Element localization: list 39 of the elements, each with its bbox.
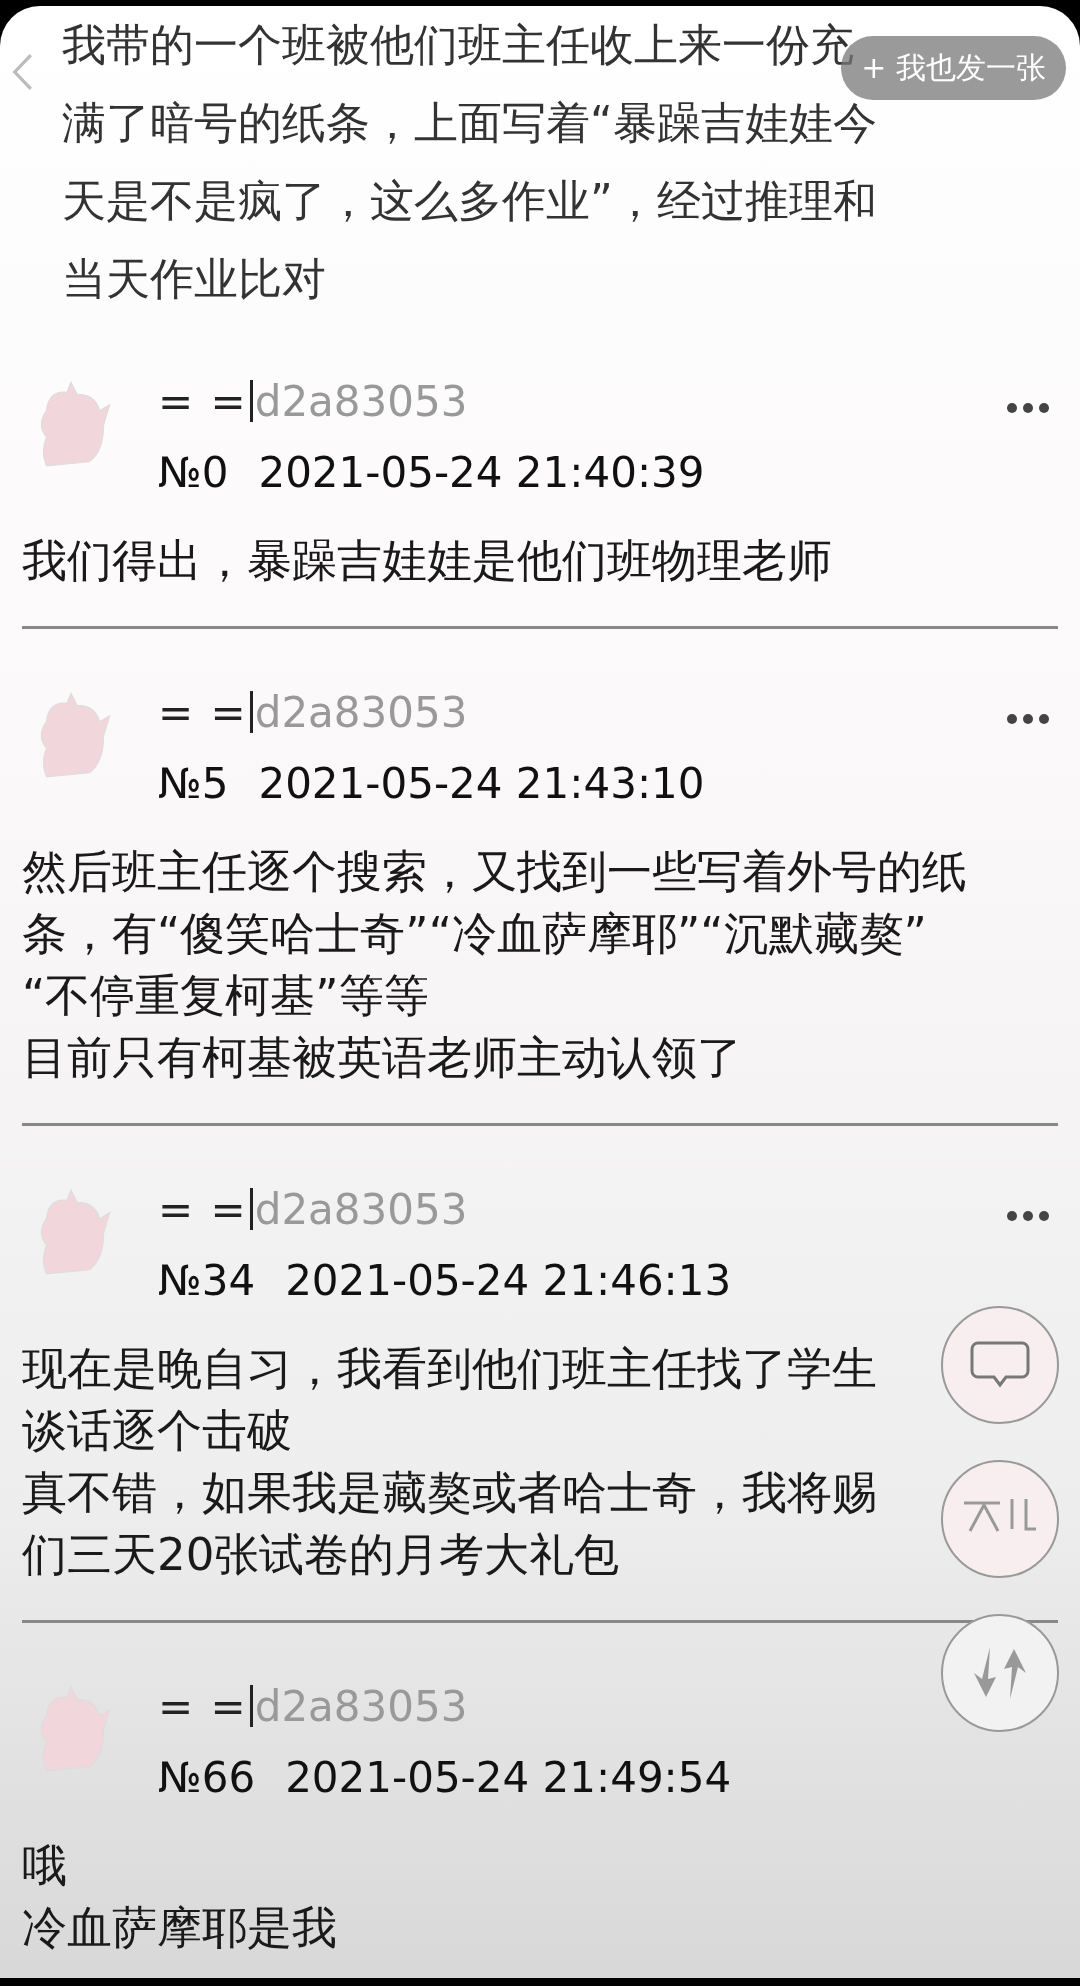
text-cursor	[249, 1685, 253, 1727]
username[interactable]: = =	[158, 1681, 248, 1731]
text-cursor	[249, 380, 253, 422]
username[interactable]: = =	[158, 1184, 248, 1234]
reply-text-line: 现在是晚自习，我看到他们班主任找了学生	[22, 1341, 877, 1397]
reply-text-line: 们三天20张试卷的月考大礼包	[22, 1527, 620, 1583]
more-icon[interactable]	[1006, 402, 1050, 414]
reply-text-line: 冷血萨摩耶是我	[22, 1900, 337, 1956]
post-time: 2021-05-24 21:46:13	[285, 1255, 732, 1305]
floor-number: №0	[158, 447, 229, 497]
floor-number: №66	[158, 1752, 256, 1802]
reply-text-line: 哦	[22, 1838, 67, 1894]
reply-text-line: 我们得出，暴躁吉娃娃是他们班物理老师	[22, 533, 832, 589]
post-time: 2021-05-24 21:43:10	[258, 758, 705, 808]
reply-text-line: 真不错，如果我是藏獒或者哈士奇，我将赐	[22, 1465, 877, 1521]
text-cursor	[249, 1188, 253, 1230]
floor-number: №5	[158, 758, 229, 808]
peak-button[interactable]	[940, 1459, 1060, 1579]
reply-text-line: 然后班主任逐个搜索，又找到一些写着外号的纸	[22, 844, 967, 900]
user-id[interactable]: d2a83053	[254, 1184, 468, 1234]
post-text-line: 当天作业比对	[62, 252, 326, 306]
more-icon[interactable]	[1006, 713, 1050, 725]
reply-text-line: 谈话逐个击破	[22, 1403, 292, 1459]
username[interactable]: = =	[158, 687, 248, 737]
text-cursor	[249, 691, 253, 733]
reply-text-line: “不停重复柯基”等等	[22, 968, 429, 1024]
reply-text-line: 目前只有柯基被英语老师主动认领了	[22, 1030, 742, 1086]
floor-number: №34	[158, 1255, 256, 1305]
user-id[interactable]: d2a83053	[254, 1681, 468, 1731]
swap-button[interactable]	[940, 1613, 1060, 1733]
post-text-line: 天是不是疯了，这么多作业”，经过推理和	[62, 174, 877, 228]
comment-button[interactable]	[940, 1305, 1060, 1425]
username[interactable]: = =	[158, 376, 248, 426]
user-id[interactable]: d2a83053	[254, 376, 468, 426]
post-time: 2021-05-24 21:40:39	[258, 447, 705, 497]
user-id[interactable]: d2a83053	[254, 687, 468, 737]
reply-text-line: 条，有“傻笑哈士奇”“冷血萨摩耶”“沉默藏獒”	[22, 906, 927, 962]
post-time: 2021-05-24 21:49:54	[285, 1752, 732, 1802]
more-icon[interactable]	[1006, 1210, 1050, 1222]
